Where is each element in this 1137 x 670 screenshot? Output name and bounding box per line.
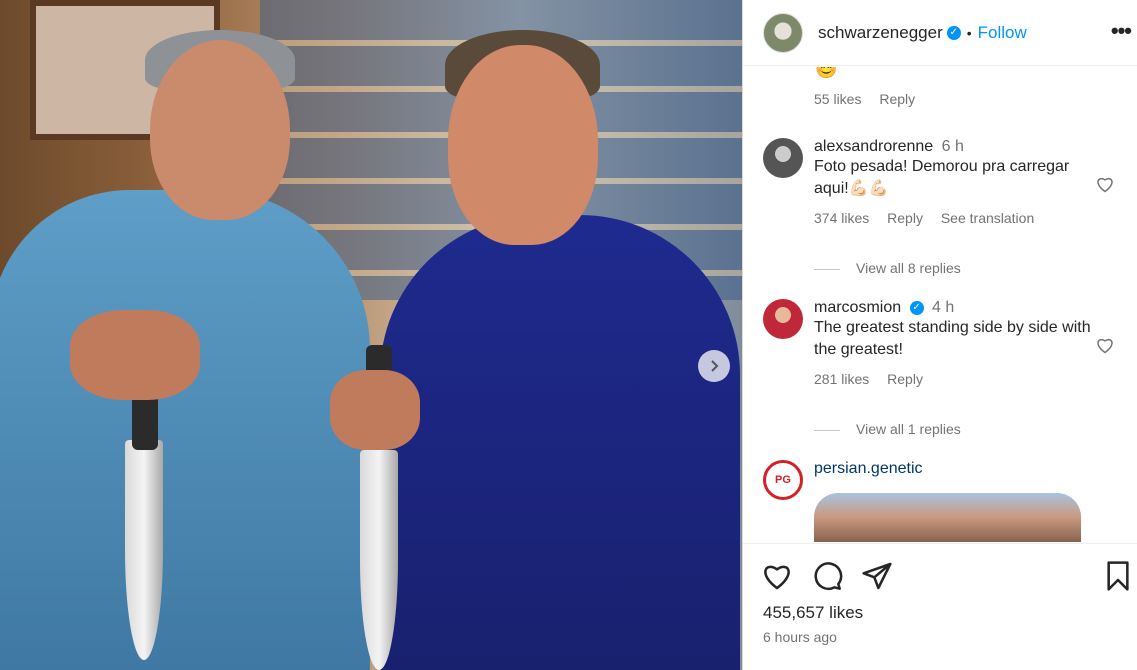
comment-item: PG persian.genetic	[763, 460, 1133, 500]
person-right-shirt	[380, 215, 740, 670]
commenter-username[interactable]: marcosmion	[814, 299, 901, 316]
comment-text: Foto pesada! Demorou pra carregar aqui!💪…	[814, 158, 1070, 197]
carousel-next-button[interactable]	[698, 350, 730, 382]
save-bookmark-icon[interactable]	[1102, 560, 1134, 592]
person-left-head	[150, 40, 290, 220]
person-left-shirt	[0, 190, 370, 670]
commenter-avatar[interactable]: PG	[763, 460, 803, 500]
comment-time: 6 h	[941, 138, 964, 155]
post-photo	[0, 0, 742, 670]
person-right-head	[448, 45, 598, 245]
view-replies-button[interactable]: View all 1 replies	[814, 421, 961, 437]
comments-list[interactable]: 😊 55 likes Reply alexsandrorenne 6 h Fot…	[743, 67, 1137, 542]
chevron-right-icon	[711, 360, 719, 372]
follow-button[interactable]: Follow	[978, 23, 1027, 43]
share-send-icon[interactable]	[861, 560, 893, 592]
comment-meta: 55 likes Reply	[814, 91, 929, 107]
post-header: schwarzenegger ✓ • Follow •••	[743, 0, 1137, 66]
author-username[interactable]: schwarzenegger	[818, 23, 943, 43]
commenter-avatar[interactable]	[763, 138, 803, 178]
comment-image-preview	[814, 493, 1081, 542]
more-options-icon[interactable]: •••	[1111, 18, 1132, 44]
comment-bubble-icon[interactable]	[811, 560, 843, 592]
commenter-avatar[interactable]	[763, 299, 803, 339]
reply-button[interactable]: Reply	[887, 210, 923, 226]
comment-meta: 281 likes Reply	[814, 371, 1133, 387]
author-avatar[interactable]	[763, 12, 803, 53]
reply-button[interactable]: Reply	[879, 91, 915, 107]
post-side-panel: schwarzenegger ✓ • Follow ••• 😊 55 likes…	[742, 0, 1137, 670]
post-likes-count[interactable]: 455,657 likes	[763, 603, 863, 623]
verified-badge-icon: ✓	[946, 25, 961, 40]
separator-dot: •	[966, 24, 972, 41]
comment-likes[interactable]: 281 likes	[814, 371, 869, 387]
commenter-username[interactable]: persian.genetic	[814, 460, 923, 477]
post-timestamp[interactable]: 6 hours ago	[763, 629, 837, 645]
comment-item: marcosmion ✓ 4 h The greatest standing s…	[763, 299, 1133, 387]
like-comment-heart-icon[interactable]	[1095, 335, 1115, 355]
comment-meta: 374 likes Reply See translation	[814, 210, 1133, 226]
reply-button[interactable]: Reply	[887, 371, 923, 387]
verified-badge-icon: ✓	[909, 300, 924, 315]
comment-likes[interactable]: 55 likes	[814, 91, 861, 107]
knife-left	[125, 440, 163, 660]
hand-right	[330, 370, 420, 450]
like-comment-heart-icon[interactable]	[1095, 174, 1115, 194]
knife-right	[360, 450, 398, 670]
hands-left	[70, 310, 200, 400]
commenter-username[interactable]: alexsandrorenne	[814, 138, 933, 155]
comment-time: 4 h	[932, 299, 955, 316]
like-heart-icon[interactable]	[761, 560, 793, 592]
post-actions: 455,657 likes 6 hours ago	[743, 543, 1137, 670]
comment-item: alexsandrorenne 6 h Foto pesada! Demorou…	[763, 138, 1133, 226]
comment-text: The greatest standing side by side with …	[814, 319, 1091, 358]
comment-likes[interactable]: 374 likes	[814, 210, 869, 226]
view-replies-button[interactable]: View all 8 replies	[814, 260, 961, 276]
see-translation-button[interactable]: See translation	[941, 210, 1034, 226]
comment-emoji: 😊	[815, 67, 838, 79]
